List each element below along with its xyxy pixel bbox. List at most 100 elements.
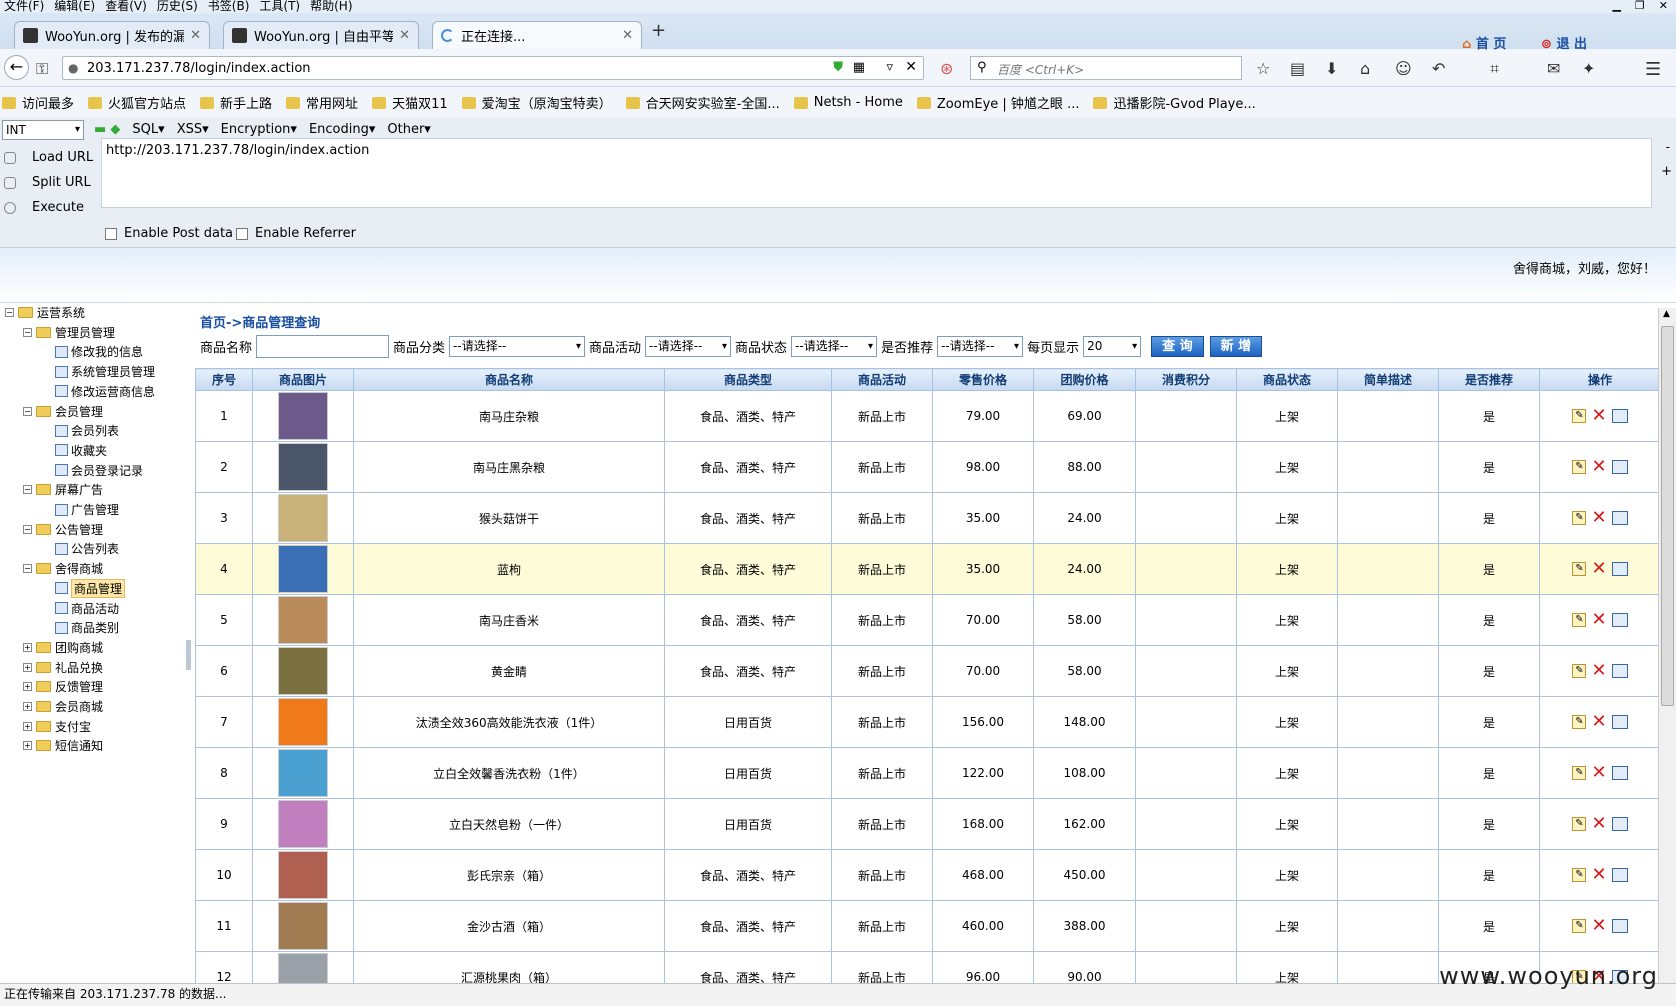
- tab-wooyun-2[interactable]: WooYun.org | 自由平等... ✕: [223, 21, 419, 49]
- column-header[interactable]: 商品活动: [831, 368, 933, 391]
- menu-item[interactable]: 编辑(E): [54, 0, 95, 13]
- bookmark-item[interactable]: 迅播影院-Gvod Playe...: [1093, 93, 1256, 112]
- tree-node[interactable]: − 运营系统: [5, 303, 85, 322]
- column-header[interactable]: 商品图片: [252, 368, 354, 391]
- column-header[interactable]: 团购价格: [1033, 368, 1136, 391]
- reading-list-icon[interactable]: ▤: [1290, 59, 1305, 78]
- execute-button[interactable]: Execute: [4, 200, 84, 215]
- bookmark-item[interactable]: 天猫双11: [372, 93, 448, 112]
- key-icon[interactable]: ⚿: [36, 59, 48, 79]
- expand-icon[interactable]: +: [1661, 164, 1672, 179]
- tree-node[interactable]: 广告管理: [55, 500, 119, 519]
- minimize-icon[interactable]: ▁: [1612, 0, 1620, 13]
- column-header[interactable]: 序号: [195, 368, 253, 391]
- tree-node[interactable]: + 短信通知: [23, 736, 103, 755]
- tree-node[interactable]: 会员列表: [55, 421, 119, 440]
- green-toggle-icon[interactable]: ▬ ◆: [94, 122, 120, 137]
- close-window-icon[interactable]: ✕: [1659, 0, 1668, 13]
- table-row[interactable]: 6 黄金睛 食品、酒类、特产 新品上市 70.00 58.00 上架是 ✎ ✕: [195, 645, 1661, 697]
- table-row[interactable]: 1 南马庄杂粮 食品、酒类、特产 新品上市 79.00 69.00 上架是 ✎ ✕: [195, 390, 1661, 442]
- split-url-button[interactable]: Split URL: [4, 175, 91, 190]
- download-icon[interactable]: ⬇: [1325, 59, 1338, 78]
- tree-node[interactable]: − 管理员管理: [23, 323, 115, 342]
- tree-node[interactable]: + 反馈管理: [23, 677, 103, 696]
- site-identity-icon[interactable]: ●: [68, 61, 78, 75]
- bookmark-star-icon[interactable]: ☆: [1256, 59, 1270, 78]
- load-url-button[interactable]: Load URL: [4, 150, 93, 165]
- detail-icon[interactable]: [1611, 766, 1628, 780]
- addon-icon[interactable]: ⊛: [940, 59, 953, 78]
- home-icon[interactable]: ⌂: [1360, 59, 1370, 78]
- tree-node[interactable]: 商品管理: [55, 578, 126, 598]
- tree-node[interactable]: − 公告管理: [23, 520, 103, 539]
- expand-icon[interactable]: +: [23, 682, 32, 692]
- edit-icon[interactable]: ✎: [1572, 460, 1587, 474]
- detail-icon[interactable]: [1611, 613, 1628, 627]
- delete-icon[interactable]: ✕: [1591, 866, 1606, 884]
- table-row[interactable]: 3 猴头菇饼干 食品、酒类、特产 新品上市 35.00 24.00 上架是 ✎ ✕: [195, 492, 1661, 544]
- tree-node[interactable]: + 礼品兑换: [23, 658, 103, 677]
- close-tab-icon[interactable]: ✕: [622, 28, 633, 43]
- delete-icon[interactable]: ✕: [1591, 509, 1606, 527]
- collapse-icon[interactable]: −: [5, 308, 14, 317]
- column-header[interactable]: 零售价格: [932, 368, 1034, 391]
- expand-icon[interactable]: +: [23, 642, 32, 652]
- detail-icon[interactable]: [1611, 919, 1628, 933]
- tree-node[interactable]: − 会员管理: [23, 402, 103, 421]
- hackbar-menu-item[interactable]: XSS▾: [177, 122, 209, 137]
- hackbar-menu-item[interactable]: Other▾: [387, 122, 430, 137]
- shrink-icon[interactable]: -: [1666, 140, 1670, 154]
- menu-item[interactable]: 书签(B): [208, 0, 250, 13]
- tab-wooyun-1[interactable]: WooYun.org | 发布的漏洞 ✕: [14, 21, 210, 49]
- edit-icon[interactable]: ✎: [1572, 511, 1587, 525]
- int-select[interactable]: INT ▾: [2, 120, 84, 140]
- column-header[interactable]: 是否推荐: [1438, 368, 1540, 391]
- bookmark-item[interactable]: 合天网安实验室-全国...: [625, 93, 780, 112]
- collapse-icon[interactable]: −: [23, 524, 32, 534]
- tree-node[interactable]: 修改我的信息: [55, 342, 143, 361]
- menu-item[interactable]: 帮助(H): [310, 0, 352, 13]
- table-row[interactable]: 9 立白天然皂粉（一件） 日用百货 新品上市 168.00 162.00 上架是 ✎ ✕: [195, 798, 1661, 850]
- sidebar-splitter[interactable]: [186, 640, 191, 670]
- edit-icon[interactable]: ✎: [1572, 817, 1587, 831]
- bookmark-item[interactable]: ZoomEye | 钟馗之眼 ...: [916, 93, 1079, 112]
- table-row[interactable]: 10 彭氏宗亲（箱） 食品、酒类、特产 新品上市 468.00 450.00 上架是 ✎ ✕: [195, 849, 1661, 901]
- edit-icon[interactable]: ✎: [1572, 919, 1587, 933]
- delete-icon[interactable]: ✕: [1591, 713, 1606, 731]
- search-input[interactable]: ⚲ 百度 <Ctrl+K>: [970, 56, 1242, 80]
- delete-icon[interactable]: ✕: [1591, 917, 1606, 935]
- collapse-icon[interactable]: −: [23, 406, 32, 416]
- detail-icon[interactable]: [1611, 460, 1628, 474]
- edit-icon[interactable]: ✎: [1572, 715, 1587, 729]
- detail-icon[interactable]: [1611, 409, 1628, 423]
- activity-select[interactable]: --请选择--: [645, 335, 732, 357]
- menu-item[interactable]: 文件(F): [4, 0, 44, 13]
- vertical-scrollbar[interactable]: ▲: [1658, 308, 1676, 983]
- message-icon[interactable]: ✉: [1547, 59, 1560, 78]
- enable-post-checkbox[interactable]: Enable Post data: [105, 226, 233, 241]
- tree-node[interactable]: − 屏幕广告: [23, 480, 103, 499]
- expand-icon[interactable]: +: [23, 721, 32, 731]
- detail-icon[interactable]: [1611, 664, 1628, 678]
- close-tab-icon[interactable]: ✕: [399, 28, 410, 43]
- restore-icon[interactable]: ❐: [1635, 0, 1645, 13]
- logout-link[interactable]: ⊚ 退 出: [1541, 33, 1587, 52]
- delete-icon[interactable]: ✕: [1591, 764, 1606, 782]
- category-select[interactable]: --请选择--: [449, 335, 586, 357]
- column-header[interactable]: 商品名称: [353, 368, 665, 391]
- expand-icon[interactable]: +: [23, 741, 32, 751]
- address-bar[interactable]: ● 203.171.237.78/login/index.action ⛊ ▦ …: [62, 56, 924, 80]
- expand-icon[interactable]: +: [23, 662, 32, 672]
- tree-node[interactable]: 修改运营商信息: [55, 382, 155, 401]
- edit-icon[interactable]: ✎: [1572, 766, 1587, 780]
- hackbar-menu-item[interactable]: Encryption▾: [221, 122, 297, 137]
- delete-icon[interactable]: ✕: [1591, 611, 1606, 629]
- detail-icon[interactable]: [1611, 868, 1628, 882]
- tree-node[interactable]: 商品类别: [55, 618, 119, 637]
- column-header[interactable]: 简单描述: [1337, 368, 1439, 391]
- recommend-select[interactable]: --请选择--: [937, 335, 1024, 357]
- edit-icon[interactable]: ✎: [1572, 562, 1587, 576]
- tab-connecting[interactable]: 正在连接... ✕: [432, 21, 642, 49]
- delete-icon[interactable]: ✕: [1591, 407, 1606, 425]
- table-row[interactable]: 7 汰渍全效360高效能洗衣液（1件） 日用百货 新品上市 156.00 148.00 上架…: [195, 696, 1661, 748]
